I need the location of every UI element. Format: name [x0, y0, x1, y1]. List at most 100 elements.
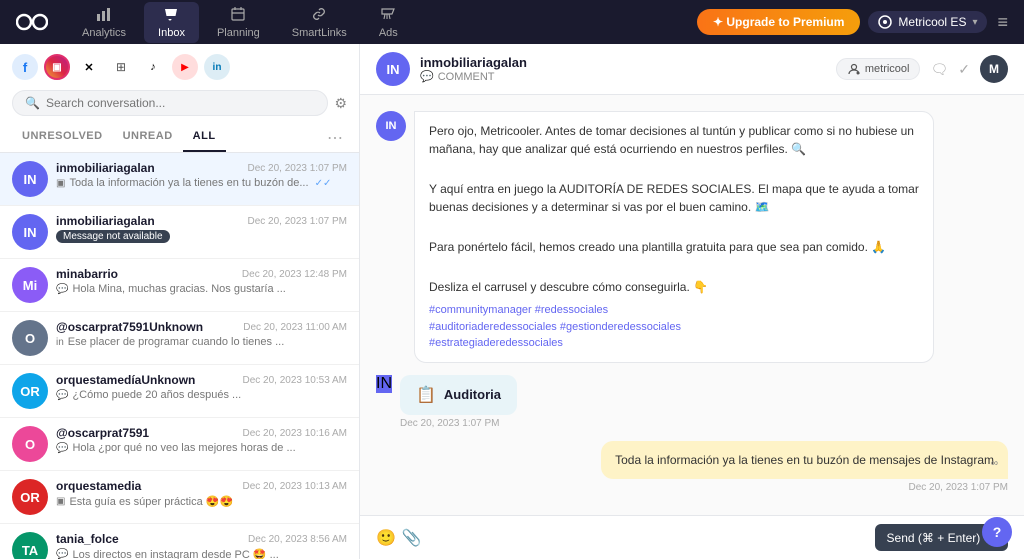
card-icon: 📋: [416, 385, 436, 405]
conv-avatar: TA: [12, 532, 48, 559]
conv-content: @oscarprat7591 Dec 20, 2023 10:16 AM 💬Ho…: [56, 426, 347, 454]
nav-item-planning[interactable]: Planning: [203, 2, 274, 43]
conv-content: inmobiliariagalan Dec 20, 2023 1:07 PM M…: [56, 214, 347, 243]
conv-time: Dec 20, 2023 12:48 PM: [242, 269, 347, 280]
analytics-nav-icon: [96, 6, 112, 25]
list-item[interactable]: O @oscarprat7591 Dec 20, 2023 10:16 AM 💬…: [0, 418, 359, 471]
messages-area: IN Pero ojo, Metricooler. Antes de tomar…: [360, 95, 1024, 515]
conv-preview: ▣Esta guía es súper práctica 😍😍: [56, 495, 347, 508]
status-badge: Message not available: [56, 230, 170, 243]
source-icon: 💬: [56, 443, 68, 454]
conv-avatar: Mi: [12, 267, 48, 303]
conv-avatar: O: [12, 320, 48, 356]
main-layout: f▣✕⊞♪▶in 🔍 ⚙ UNRESOLVEDUNREADALL⋯ IN inm…: [0, 44, 1024, 559]
account-badge[interactable]: Metricool ES ▾: [868, 11, 987, 33]
source-icon: 💬: [56, 549, 68, 559]
menu-icon[interactable]: ≡: [997, 12, 1008, 33]
source-icon: 💬: [56, 390, 68, 401]
social-icon-linkedin[interactable]: in: [204, 54, 230, 80]
conv-preview-text: Los directos en instagram desde PC 🤩 ...: [72, 548, 278, 559]
attach-icon[interactable]: 📎: [402, 528, 422, 548]
conv-name: inmobiliariagalan: [56, 161, 155, 175]
card-time: Dec 20, 2023 1:07 PM: [400, 418, 517, 429]
conv-preview-text: ¿Cómo puede 20 años después ...: [72, 389, 241, 401]
card-text: Auditoria: [444, 387, 501, 402]
social-icon-tiktok[interactable]: ♪: [140, 54, 166, 80]
social-icon-facebook[interactable]: f: [12, 54, 38, 80]
topnav-right: Metricool ES ▾ ≡: [868, 11, 1008, 33]
social-icon-twitter[interactable]: ✕: [76, 54, 102, 80]
conv-avatar: IN: [12, 161, 48, 197]
account-label: Metricool ES: [898, 15, 966, 29]
logo: [16, 12, 48, 32]
conv-name: tania_folce: [56, 532, 119, 546]
user-avatar-button[interactable]: M: [980, 55, 1008, 83]
list-item[interactable]: IN inmobiliariagalan Dec 20, 2023 1:07 P…: [0, 153, 359, 206]
upgrade-button[interactable]: ✦ Upgrade to Premium: [697, 9, 860, 35]
planning-nav-icon: [230, 6, 246, 25]
chat-header-avatar: IN: [376, 52, 410, 86]
conv-avatar: IN: [12, 214, 48, 250]
conv-header: inmobiliariagalan Dec 20, 2023 1:07 PM: [56, 161, 347, 175]
planning-nav-label: Planning: [217, 27, 260, 39]
help-button[interactable]: ?: [982, 517, 1012, 547]
left-panel: f▣✕⊞♪▶in 🔍 ⚙ UNRESOLVEDUNREADALL⋯ IN inm…: [0, 44, 360, 559]
chat-action-check-icon[interactable]: ✓: [958, 61, 970, 78]
list-item[interactable]: Mi minabarrio Dec 20, 2023 12:48 PM 💬Hol…: [0, 259, 359, 312]
social-icon-grid[interactable]: ⊞: [108, 54, 134, 80]
list-item[interactable]: IN inmobiliariagalan Dec 20, 2023 1:07 P…: [0, 206, 359, 259]
conv-name: @oscarprat7591Unknown: [56, 320, 203, 334]
conv-time: Dec 20, 2023 10:53 AM: [242, 375, 347, 386]
conv-header: orquestamedíaUnknown Dec 20, 2023 10:53 …: [56, 373, 347, 387]
social-icons-row: f▣✕⊞♪▶in: [0, 44, 359, 86]
smartlinks-nav-label: SmartLinks: [292, 27, 347, 39]
conv-avatar: OR: [12, 479, 48, 515]
conv-preview-text: Toda la información ya la tienes en tu b…: [69, 177, 308, 189]
topnav: AnalyticsInbox Planning SmartLinks Ads ✦ Up…: [0, 0, 1024, 44]
conv-content: orquestamedia Dec 20, 2023 10:13 AM ▣Est…: [56, 479, 347, 508]
conv-time: Dec 20, 2023 11:00 AM: [243, 322, 347, 333]
social-icon-youtube[interactable]: ▶: [172, 54, 198, 80]
chat-name-area: inmobiliariagalan 💬 COMMENT: [420, 55, 826, 83]
incoming-bubble: Pero ojo, Metricooler. Antes de tomar de…: [414, 111, 934, 363]
list-item[interactable]: OR orquestamedia Dec 20, 2023 10:13 AM ▣…: [0, 471, 359, 524]
inbox-nav-icon: [163, 6, 179, 25]
social-icon-instagram[interactable]: ▣: [44, 54, 70, 80]
conv-avatar: O: [12, 426, 48, 462]
search-input[interactable]: [46, 96, 315, 110]
chat-input-field[interactable]: [430, 526, 867, 549]
chat-username: inmobiliariagalan: [420, 55, 826, 70]
nav-item-analytics[interactable]: Analytics: [68, 2, 140, 43]
tab-all[interactable]: ALL: [183, 124, 226, 152]
conv-time: Dec 20, 2023 8:56 AM: [248, 534, 347, 545]
message-outgoing: Toda la información ya la tienes en tu b…: [376, 441, 1008, 493]
nav-item-ads[interactable]: Ads: [365, 2, 412, 43]
tab-unread[interactable]: UNREAD: [113, 124, 183, 152]
nav-item-smartlinks[interactable]: SmartLinks: [278, 2, 361, 43]
emoji-icon[interactable]: 🙂: [376, 528, 396, 548]
conv-preview: 💬 Los directos en instagram desde PC 🤩 ..…: [56, 548, 347, 559]
comment-icon: 💬: [420, 70, 434, 83]
list-item[interactable]: O @oscarprat7591Unknown Dec 20, 2023 11:…: [0, 312, 359, 365]
tabs-more-icon[interactable]: ⋯: [323, 124, 347, 152]
incoming-avatar: IN: [376, 111, 406, 141]
list-item[interactable]: TA tania_folce Dec 20, 2023 8:56 AM 💬 Los…: [0, 524, 359, 559]
filter-icon[interactable]: ⚙: [334, 95, 347, 112]
conv-preview-text: Hola Mina, muchas gracias. Nos gustaría …: [72, 283, 285, 295]
conv-header: inmobiliariagalan Dec 20, 2023 1:07 PM: [56, 214, 347, 228]
message-card: IN 📋 Auditoria Dec 20, 2023 1:07 PM: [376, 375, 1008, 429]
outgoing-text: Toda la información ya la tienes en tu b…: [615, 453, 994, 467]
list-item[interactable]: OR orquestamedíaUnknown Dec 20, 2023 10:…: [0, 365, 359, 418]
nav-item-inbox[interactable]: Inbox: [144, 2, 199, 43]
conv-preview: 💬 Hola ¿por qué no veo las mejores horas …: [56, 442, 347, 454]
conv-preview-text: Hola ¿por qué no veo las mejores horas d…: [72, 442, 295, 454]
chat-sub: 💬 COMMENT: [420, 70, 826, 83]
tab-unresolved[interactable]: UNRESOLVED: [12, 124, 113, 152]
assign-button[interactable]: metricool: [836, 58, 921, 80]
conv-content: orquestamedíaUnknown Dec 20, 2023 10:53 …: [56, 373, 347, 401]
chat-input-area: 🙂 📎 Send (⌘ + Enter) ➤: [360, 515, 1024, 559]
source-icon: ▣: [56, 496, 65, 507]
chat-action-speech-icon[interactable]: 🗨: [930, 61, 948, 78]
conv-preview: inEse placer de programar cuando lo tien…: [56, 336, 347, 348]
conv-time: Dec 20, 2023 1:07 PM: [247, 216, 347, 227]
